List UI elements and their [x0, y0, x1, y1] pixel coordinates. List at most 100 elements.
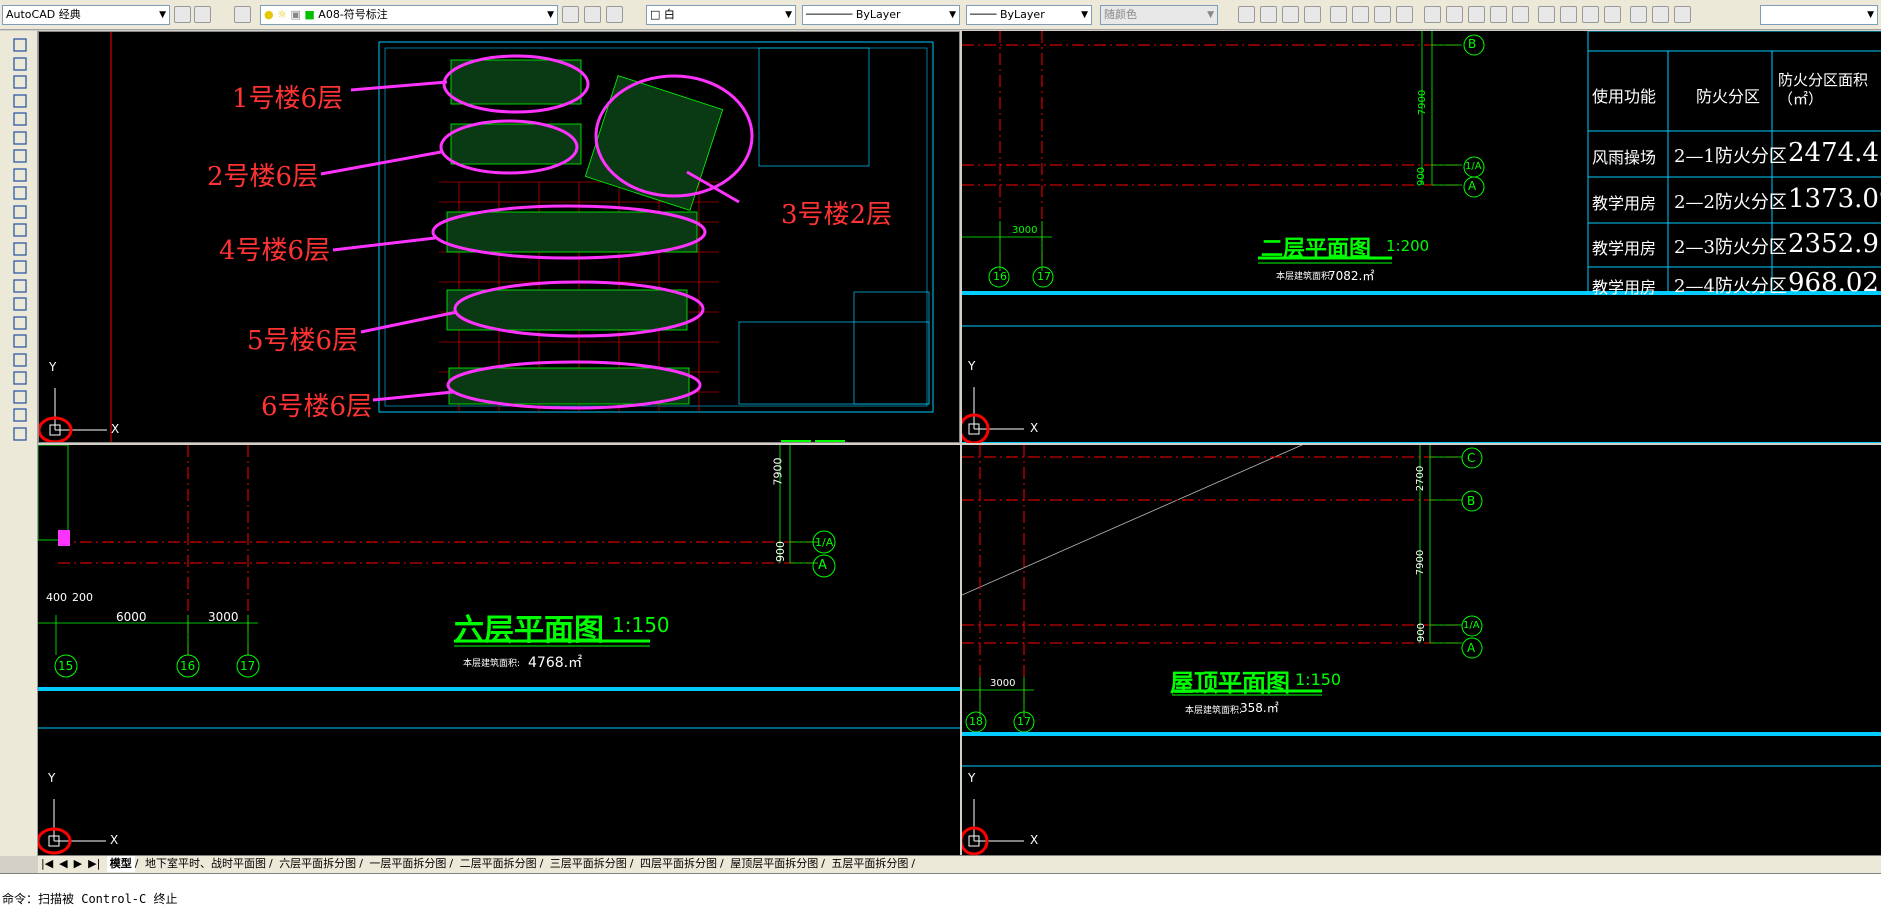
axis-label: A: [818, 558, 827, 573]
properties-toolbar: AutoCAD 经典 ▼ ● ☼ ▣ ■ A08-符号标注 ▼ □ 白 ▼ ─────…: [0, 0, 1881, 30]
multiline-text-icon[interactable]: [12, 278, 30, 296]
layer-state-icon[interactable]: [606, 6, 623, 23]
table-icon[interactable]: [12, 259, 30, 277]
viewport-second-floor[interactable]: 二层平面图 1:200 本层建筑面积: 7082.㎡ 7900 900 3000…: [962, 31, 1881, 443]
tab-nav-prev-icon[interactable]: ◀: [56, 856, 70, 872]
spline-icon[interactable]: [12, 148, 30, 166]
line-icon[interactable]: [12, 37, 30, 55]
linear-dimension-icon[interactable]: [1238, 6, 1255, 23]
tab-nav-next-icon[interactable]: ▶: [71, 856, 85, 872]
layout-tab-bar: |◀ ◀ ▶ ▶| 模型 / 地下室平时、战时平面图 / 六层平面拆分图 / 一层平面拆分图…: [38, 855, 1881, 873]
polygon-icon[interactable]: [12, 74, 30, 92]
viewport-sixth-floor[interactable]: 六层平面图 1:150 本层建筑面积: 4768.㎡ 7900 900 6000…: [38, 445, 960, 855]
axis-grid-lines: [58, 445, 818, 655]
mirror-icon[interactable]: [12, 352, 30, 370]
dimension-space-icon[interactable]: [1490, 6, 1507, 23]
plotstyle-dropdown[interactable]: 随颜色 ▼: [1100, 5, 1218, 25]
arc-length-icon[interactable]: [1282, 6, 1299, 23]
radius-dimension-icon[interactable]: [1330, 6, 1347, 23]
dim-text: 900: [774, 541, 787, 562]
rectangle-icon[interactable]: [12, 93, 30, 111]
center-mark-icon[interactable]: [1560, 6, 1577, 23]
add-selected-icon[interactable]: [12, 296, 30, 314]
table-header-cell: 使用功能: [1592, 87, 1657, 106]
diameter-dimension-icon[interactable]: [1374, 6, 1391, 23]
toolbar-lock-icon[interactable]: [194, 6, 211, 23]
tab-nav-first-icon[interactable]: |◀: [38, 856, 56, 872]
angular-dimension-icon[interactable]: [1396, 6, 1413, 23]
linetype-value: ByLayer: [855, 8, 901, 21]
gradient-icon[interactable]: [12, 222, 30, 240]
drawing-scale: 1:150: [612, 613, 670, 637]
sixth-floor-drawing: [38, 445, 960, 855]
table-cell: 1373.09: [1788, 184, 1881, 214]
command-line[interactable]: 命令：扫描被 Control-C 终止: [0, 873, 1881, 909]
legend-table: [738, 321, 930, 405]
ordinate-dimension-icon[interactable]: [1304, 6, 1321, 23]
layer-dropdown[interactable]: ● ☼ ▣ ■ A08-符号标注 ▼: [260, 5, 558, 25]
dim-text: 900: [1416, 166, 1428, 187]
workspace-settings-icon[interactable]: [174, 6, 191, 23]
chevron-down-icon: ▼: [159, 10, 166, 20]
erase-icon[interactable]: [12, 315, 30, 333]
circle-icon[interactable]: [12, 130, 30, 148]
tab-sixth-floor-split[interactable]: 六层平面拆分图: [276, 856, 359, 872]
tab-third-floor-split[interactable]: 三层平面拆分图: [547, 856, 630, 872]
color-dropdown[interactable]: □ 白 ▼: [646, 5, 796, 25]
tab-first-floor-split[interactable]: 一层平面拆分图: [366, 856, 449, 872]
axis-label: 17: [240, 659, 256, 673]
tab-second-floor-split[interactable]: 二层平面拆分图: [457, 856, 540, 872]
axis-label: B: [1468, 37, 1477, 51]
table-cell: 教学用房: [1592, 194, 1657, 213]
inspection-icon[interactable]: [1582, 6, 1599, 23]
viewport-site-plan[interactable]: 1号楼6层 2号楼6层 4号楼6层 5号楼6层 6号楼6层 3号楼2层 Y X: [38, 31, 960, 443]
stair-outline: [38, 445, 69, 541]
quick-dimension-icon[interactable]: [1424, 6, 1441, 23]
lightbulb-icon: ●: [264, 8, 274, 21]
dimension-style-dropdown[interactable]: ▼: [1760, 5, 1878, 25]
arc-icon[interactable]: [12, 111, 30, 129]
continue-dimension-icon[interactable]: [1468, 6, 1485, 23]
ellipse-icon[interactable]: [12, 167, 30, 185]
layer-previous-icon[interactable]: [584, 6, 601, 23]
aligned-dimension-icon[interactable]: [1260, 6, 1277, 23]
baseline-dimension-icon[interactable]: [1446, 6, 1463, 23]
region-icon[interactable]: [12, 241, 30, 259]
polyline-icon[interactable]: [12, 56, 30, 74]
annotation-building-2: 2号楼6层: [207, 162, 319, 192]
tab-fifth-floor-split[interactable]: 五层平面拆分图: [828, 856, 911, 872]
dimension-break-icon[interactable]: [1512, 6, 1529, 23]
copy-icon[interactable]: [12, 333, 30, 351]
jogged-dimension-icon[interactable]: [1352, 6, 1369, 23]
array-icon[interactable]: [12, 389, 30, 407]
tab-fourth-floor-split[interactable]: 四层平面拆分图: [637, 856, 720, 872]
tab-roof-split[interactable]: 屋顶层平面拆分图: [727, 856, 821, 872]
dimension-update-icon[interactable]: [1674, 6, 1691, 23]
tolerance-icon[interactable]: [1538, 6, 1555, 23]
hatch-icon[interactable]: [12, 204, 30, 222]
ucs-y-label: Y: [48, 771, 56, 785]
dimension-text-edit-icon[interactable]: [1652, 6, 1669, 23]
linetype-dropdown[interactable]: ─────── ByLayer ▼: [802, 5, 960, 25]
make-layer-current-icon[interactable]: [562, 6, 579, 23]
color-swatch-icon: □: [650, 8, 661, 21]
tab-nav-last-icon[interactable]: ▶|: [85, 856, 103, 872]
layer-manager-icon[interactable]: [234, 6, 251, 23]
annotation-building-6: 6号楼6层: [261, 392, 373, 422]
rotate-icon[interactable]: [12, 426, 30, 444]
dimension-edit-icon[interactable]: [1630, 6, 1647, 23]
insert-block-icon[interactable]: [12, 185, 30, 203]
drawing-title: 二层平面图: [1261, 236, 1372, 262]
tab-basement-plan[interactable]: 地下室平时、战时平面图: [142, 856, 269, 872]
viewport-roof-plan[interactable]: 屋顶平面图 1:150 本层建筑面积: 358.㎡ 2700 7900 900 …: [962, 445, 1881, 855]
jogged-linear-icon[interactable]: [1604, 6, 1621, 23]
lineweight-dropdown[interactable]: ──── ByLayer ▼: [966, 5, 1092, 25]
axis-label: 17: [1037, 270, 1051, 283]
workspace-dropdown[interactable]: AutoCAD 经典 ▼: [2, 5, 170, 25]
move-icon[interactable]: [12, 407, 30, 425]
tab-model[interactable]: 模型: [106, 856, 135, 872]
offset-icon[interactable]: [12, 370, 30, 388]
dim-text: 7900: [1417, 89, 1429, 116]
table-header-cell: 防火分区面积（㎡）: [1778, 71, 1869, 108]
ucs-icon: [39, 388, 107, 442]
